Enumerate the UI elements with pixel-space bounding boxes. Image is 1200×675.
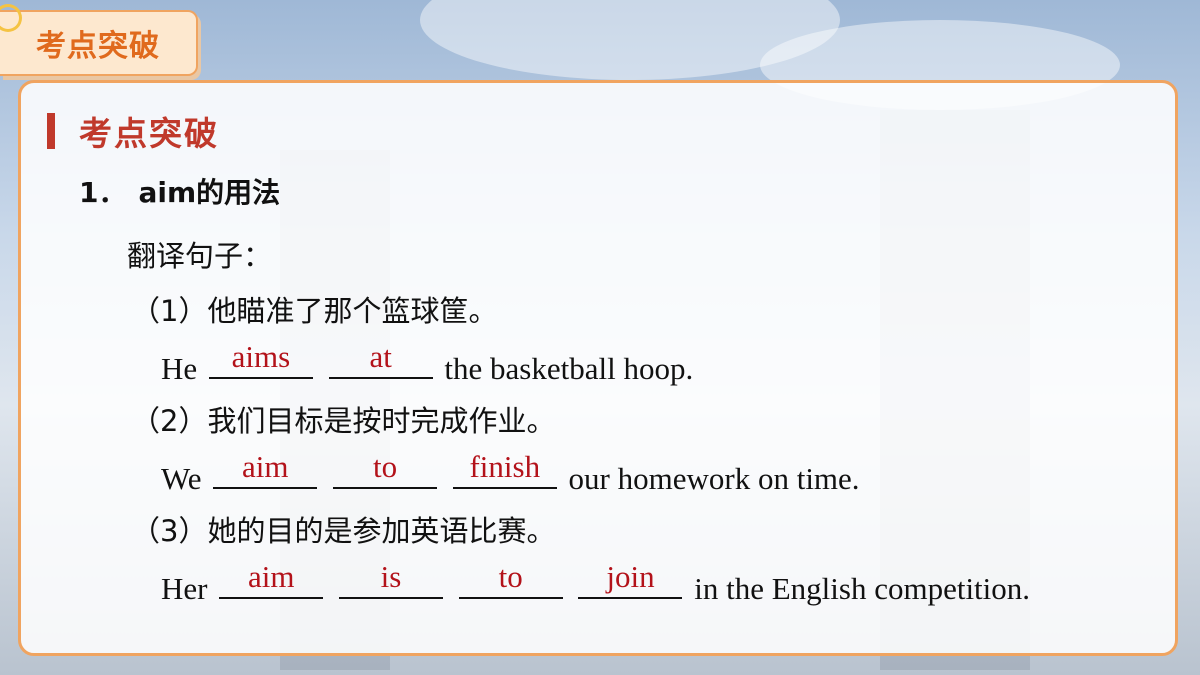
item-2-english: We aim to finish our homework on time. (161, 449, 860, 497)
item-3-chinese: （3）她的目的是参加英语比赛。 (131, 514, 556, 548)
answer-blank: to (458, 559, 563, 599)
answer-blank: aim (219, 559, 324, 599)
item-1-chinese: （1）他瞄准了那个篮球筐。 (131, 294, 498, 328)
answer-text: finish (469, 449, 541, 484)
answer-blank: aim (213, 449, 318, 489)
answer-blank: to (333, 449, 438, 489)
answer-blank: join (578, 559, 683, 599)
answer-text: aim (242, 449, 289, 484)
item-3-english: Her aim is to join in the English compet… (161, 559, 1031, 607)
section-header: 考点突破 (47, 107, 219, 155)
answer-blank: is (338, 559, 443, 599)
answer-text: to (498, 559, 523, 594)
answer-blank: finish (452, 449, 557, 489)
answer-text: aim (247, 559, 295, 594)
item-3-en-before: Her (161, 571, 208, 606)
answer-text: at (369, 339, 392, 374)
item-3-en-after: in the English competition. (694, 571, 1031, 606)
item-2-en-after: our homework on time. (568, 461, 860, 496)
item-2-chinese: （2）我们目标是按时完成作业。 (131, 404, 556, 438)
swirl-icon (0, 4, 22, 32)
topic-heading: 1． aim的用法 (79, 171, 280, 211)
topic-number: 1． (79, 176, 127, 209)
section-title: 考点突破 (79, 114, 219, 153)
header-tab: 考点突破 (0, 4, 198, 76)
section-bar-marker (47, 113, 55, 149)
item-1-english: He aims at the basketball hoop. (161, 339, 694, 387)
answer-text: is (380, 559, 402, 594)
content-card: 考点突破 1． aim的用法 翻译句子： （1）他瞄准了那个篮球筐。 He aim… (18, 80, 1178, 656)
answer-text: join (606, 559, 655, 594)
answer-blank: aims (208, 339, 313, 379)
item-2-en-before: We (161, 461, 202, 496)
item-1-en-before: He (161, 351, 198, 386)
instruction: 翻译句子： (127, 239, 273, 273)
header-tab-label: 考点突破 (36, 29, 160, 64)
topic-text: aim的用法 (138, 176, 281, 209)
answer-blank: at (328, 339, 433, 379)
answer-text: to (372, 449, 398, 484)
answer-text: aims (231, 339, 291, 374)
item-1-en-after: the basketball hoop. (444, 351, 694, 386)
